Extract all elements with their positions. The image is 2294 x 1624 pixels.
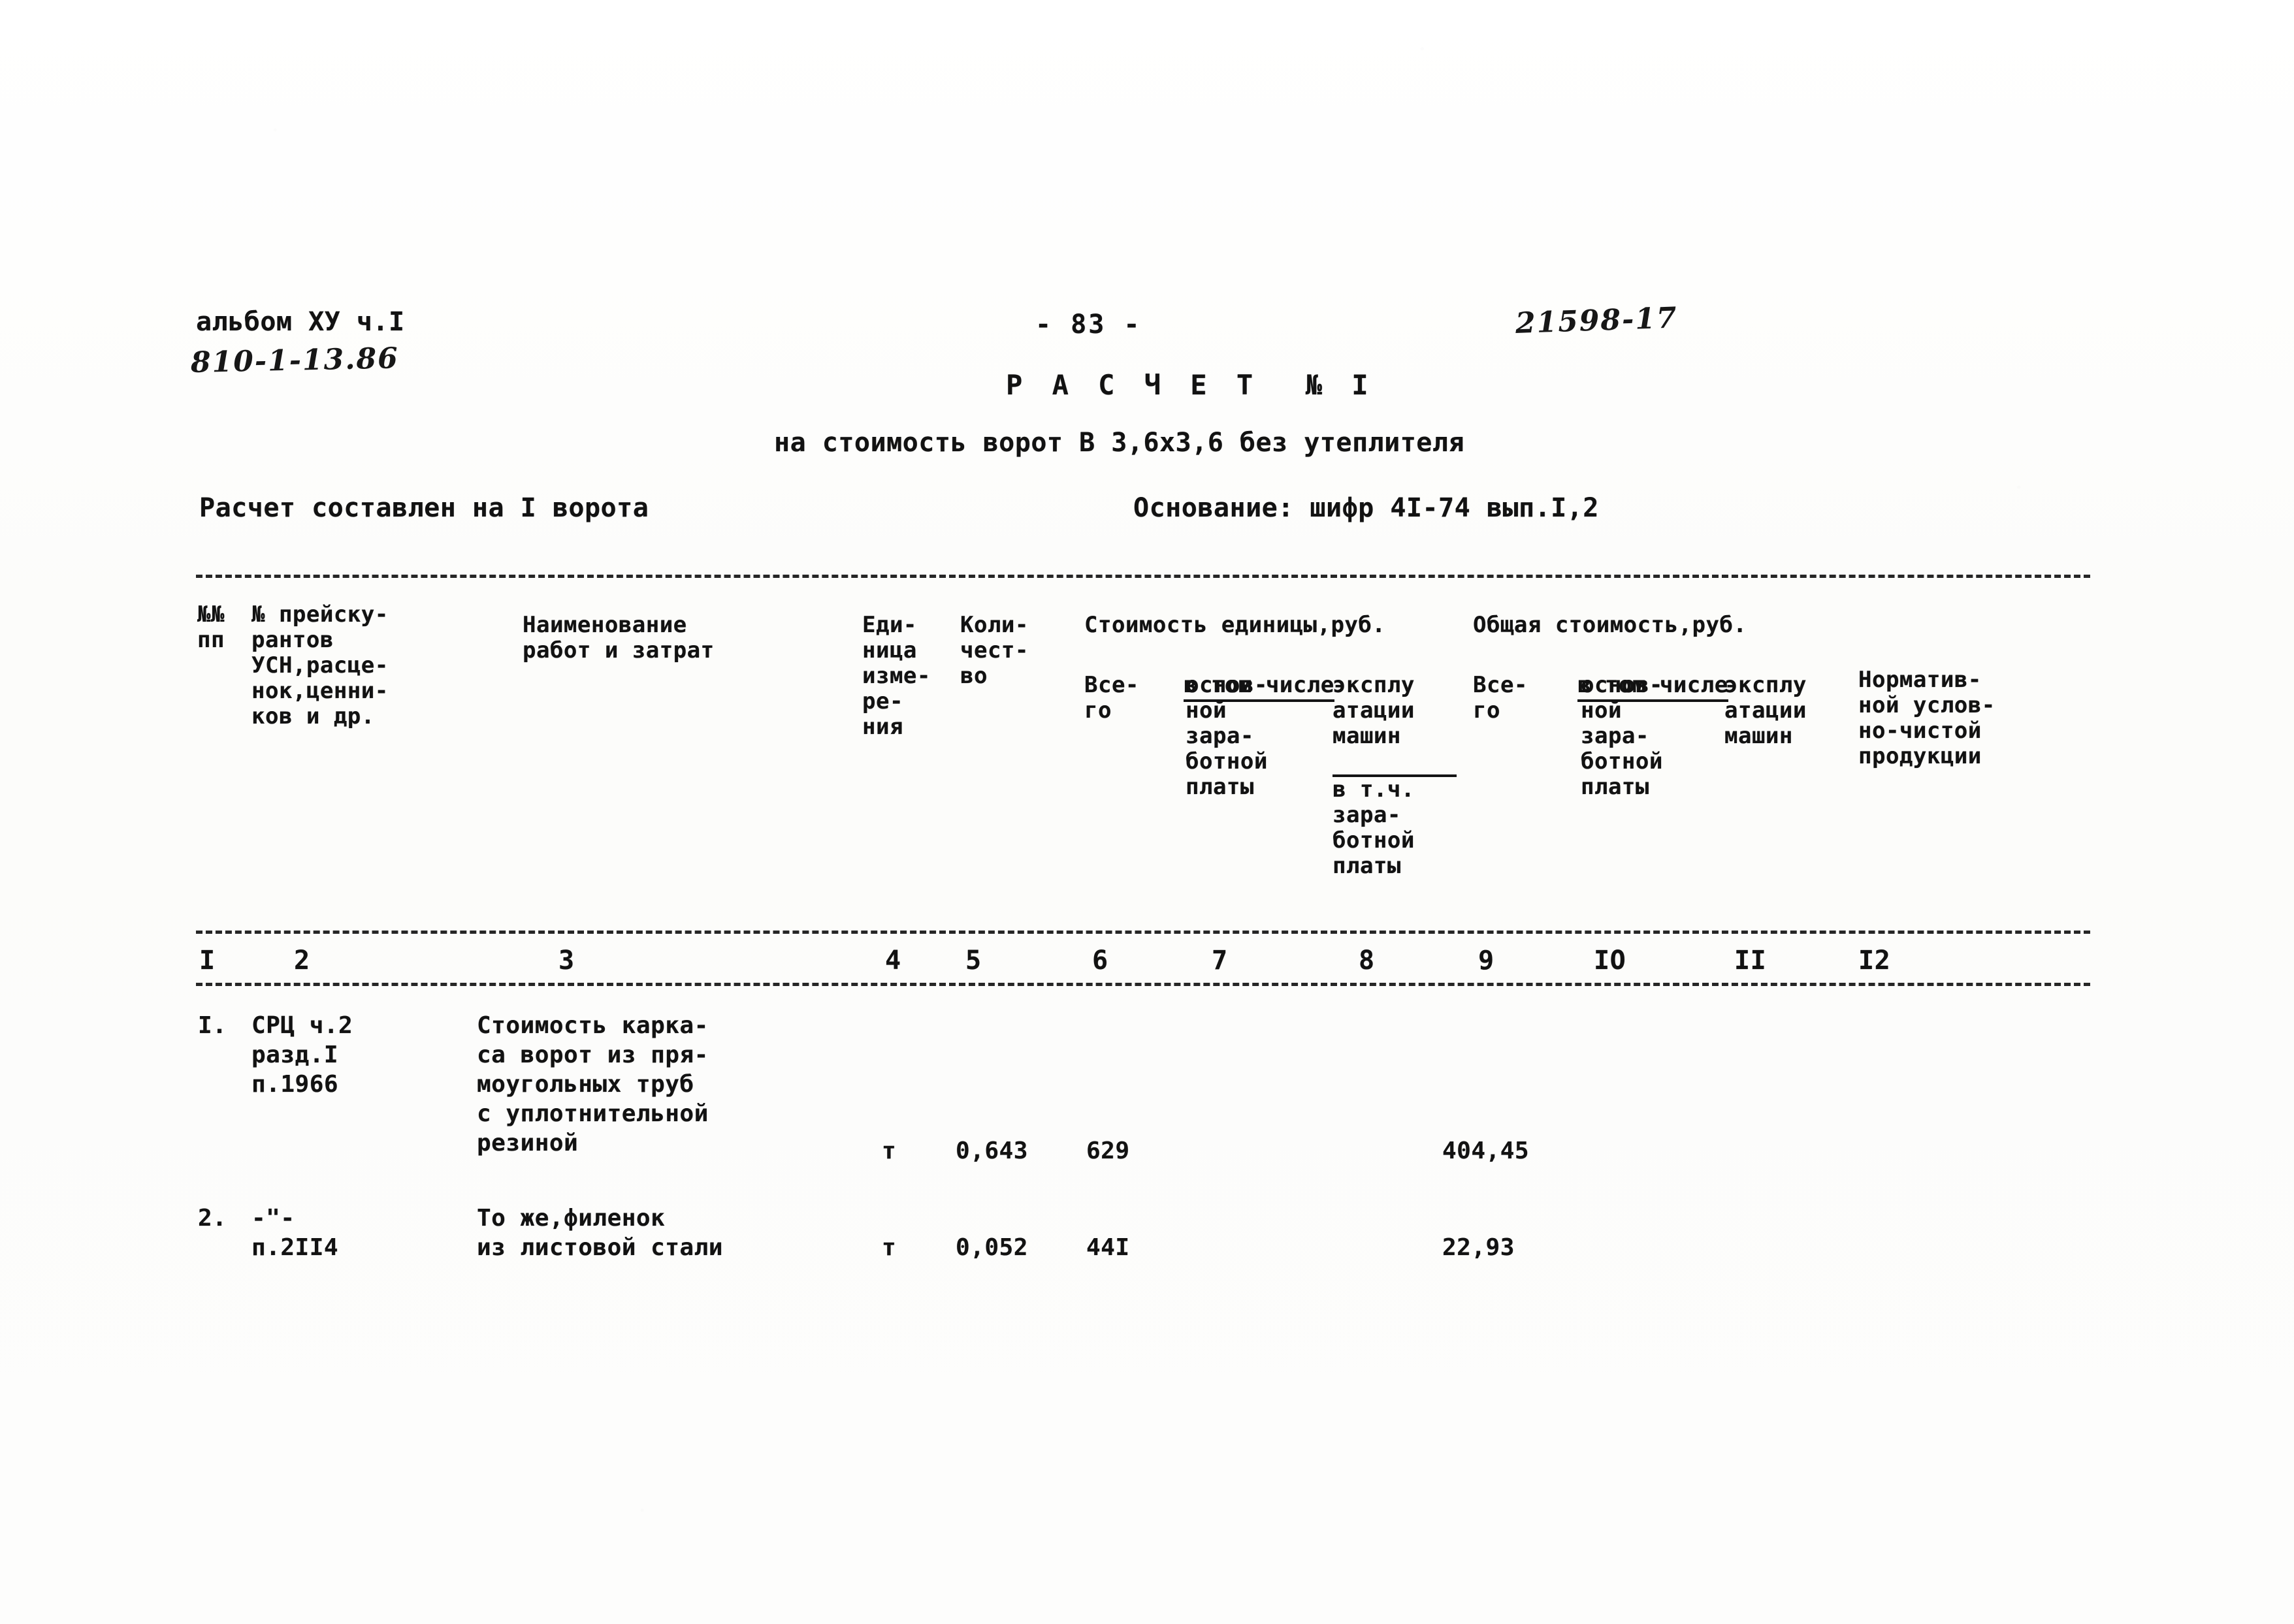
column-number-1: I <box>199 946 216 976</box>
album-line: альбом ХУ ч.I <box>196 307 405 337</box>
row2-number: 2. <box>198 1205 227 1232</box>
column-number-5: 5 <box>965 946 982 976</box>
column-number-12: I2 <box>1858 946 1891 976</box>
column-number-3: 3 <box>558 946 575 976</box>
document-code-handwritten: 21598-17 <box>1515 301 1679 340</box>
row1-unit-price: 629 <box>1086 1138 1130 1164</box>
header-col9: Все- го <box>1473 672 1528 724</box>
column-number-2: 2 <box>294 946 310 976</box>
header-col1: №№ пп <box>197 601 225 653</box>
row1-quantity: 0,643 <box>956 1138 1028 1164</box>
row2-unit: т <box>882 1234 897 1261</box>
row1-number: I. <box>198 1012 227 1039</box>
row2-unit-price: 44I <box>1086 1234 1130 1261</box>
header-col4: Еди- ница изме- ре- ния <box>862 612 931 740</box>
column-number-7: 7 <box>1212 946 1228 976</box>
column-number-6: 6 <box>1092 946 1108 976</box>
row1-cost-total: 404,45 <box>1442 1138 1530 1164</box>
table-colnumber-rule <box>196 983 2090 986</box>
header-col2: № прейску- рантов УСН,расце- нок,ценни- … <box>251 601 389 729</box>
row2-reference: -"- <box>251 1205 295 1232</box>
basis-note: Основание: шифр 4I-74 вып.I,2 <box>1133 493 1599 523</box>
row1-unit: т <box>882 1138 897 1164</box>
header-col10: основ- ной зара- ботной платы <box>1581 672 1663 800</box>
table-top-rule <box>196 575 2090 578</box>
header-col3: Наименование работ и затрат <box>523 612 715 663</box>
calculation-title: Р А С Ч Е Т № I <box>1006 369 1375 401</box>
row2-quantity: 0,052 <box>956 1234 1028 1261</box>
header-col8-sub: в т.ч. зара- ботной платы <box>1333 776 1415 879</box>
column-number-9: 9 <box>1478 946 1494 976</box>
row2-cost-total: 22,93 <box>1442 1234 1515 1261</box>
calculation-subtitle: на стоимость ворот В 3,6х3,6 без утеплит… <box>774 428 1465 458</box>
header-col7: основ- ной зара- ботной платы <box>1186 672 1268 800</box>
header-col12: Норматив- ной услов- но-чистой продукции <box>1858 667 1995 769</box>
column-number-8: 8 <box>1359 946 1375 976</box>
made-for-note: Расчет составлен на I ворота <box>199 493 649 523</box>
row2-reference-line2: п.2II4 <box>251 1234 339 1261</box>
column-number-10: IO <box>1594 946 1626 976</box>
page-number: - 83 - <box>1035 310 1142 340</box>
header-col6: Все- го <box>1084 672 1139 724</box>
album-code-handwritten: 810-1-13.86 <box>190 342 400 379</box>
header-group-total-cost: Общая стоимость,руб. <box>1473 612 1747 638</box>
col8-underline <box>1333 774 1457 777</box>
column-number-4: 4 <box>885 946 901 976</box>
row1-description: Стоимость карка- са ворот из пря- моугол… <box>477 1012 709 1156</box>
document-page: альбом ХУ ч.I 810-1-13.86 - 83 - 21598-1… <box>0 0 2294 1624</box>
table-header-rule <box>196 931 2090 934</box>
row2-description: То же,филенок из листовой стали <box>477 1205 723 1261</box>
row1-reference: СРЦ ч.2 разд.I п.1966 <box>251 1012 353 1098</box>
column-number-11: II <box>1734 946 1767 976</box>
header-group-unit-cost: Стоимость единицы,руб. <box>1084 612 1386 638</box>
header-col8: эксплу атации машин <box>1333 672 1415 749</box>
header-col11: эксплу атации машин <box>1724 672 1807 749</box>
header-col5: Коли- чест- во <box>960 612 1029 689</box>
